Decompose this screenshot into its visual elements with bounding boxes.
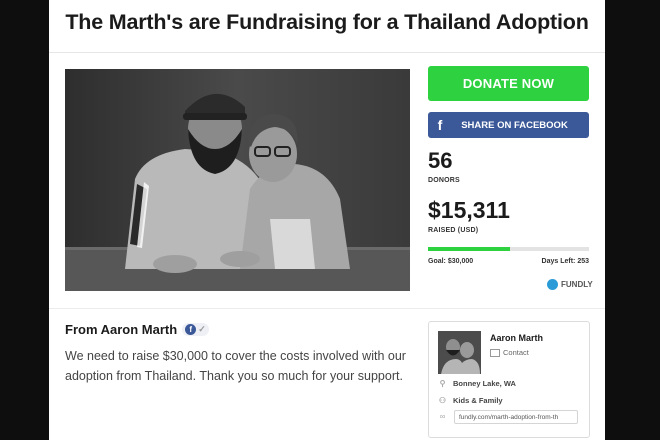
location-pin-icon: ⚲ [439,379,446,388]
facebook-badge-icon: f [185,324,197,335]
story-description: We need to raise $30,000 to cover the co… [65,349,406,383]
link-icon: ∞ [439,412,446,421]
campaign-url-field[interactable]: fundly.com/marth-adoption-from-th [454,410,578,424]
progress-bar [428,247,589,251]
organizer-avatar[interactable] [438,331,481,374]
checkmark-icon: ✓ [198,324,206,334]
campaign-photo[interactable] [65,69,410,291]
section-divider [49,308,605,309]
title-divider [49,52,605,53]
story-author-heading: From Aaron Marth f ✓ [65,322,209,337]
fundly-logo[interactable]: FUNDLY [547,279,593,290]
campaign-page: The Marth's are Fundraising for a Thaila… [49,0,605,440]
contact-label: Contact [503,348,529,357]
couple-photo-illustration [65,69,410,291]
people-icon: ⚇ [438,396,447,405]
organizer-location: ⚲ Bonney Lake, WA [438,379,516,388]
contact-link[interactable]: Contact [490,348,529,357]
facebook-verified-badge[interactable]: f ✓ [182,323,209,336]
campaign-title: The Marth's are Fundraising for a Thaila… [65,10,589,34]
fundly-logo-text: FUNDLY [561,280,593,289]
days-left-text: Days Left: 253 [541,258,589,265]
raised-amount: $15,311 [428,197,510,223]
avatar-illustration [438,331,481,374]
mail-icon [490,348,500,357]
share-on-facebook-button[interactable]: f SHARE ON FACEBOOK [428,112,589,138]
organizer-category[interactable]: ⚇ Kids & Family [438,396,503,405]
fundly-logo-icon [547,279,558,290]
goal-text: Goal: $30,000 [428,258,474,265]
progress-bar-fill [428,247,511,251]
category-text: Kids & Family [453,396,503,405]
donors-count: 56 [428,148,453,173]
organizer-name[interactable]: Aaron Marth [490,333,543,343]
raised-label: RAISED (USD) [428,227,479,234]
facebook-icon: f [437,117,443,133]
organizer-card: Aaron Marth Contact ⚲ Bonney Lake, WA ⚇ … [428,321,590,438]
donors-label: DONORS [428,177,460,184]
story-author: From Aaron Marth [65,322,178,337]
share-label: SHARE ON FACEBOOK [461,119,568,131]
donate-now-button[interactable]: DONATE NOW [428,66,589,101]
location-text: Bonney Lake, WA [453,379,516,388]
